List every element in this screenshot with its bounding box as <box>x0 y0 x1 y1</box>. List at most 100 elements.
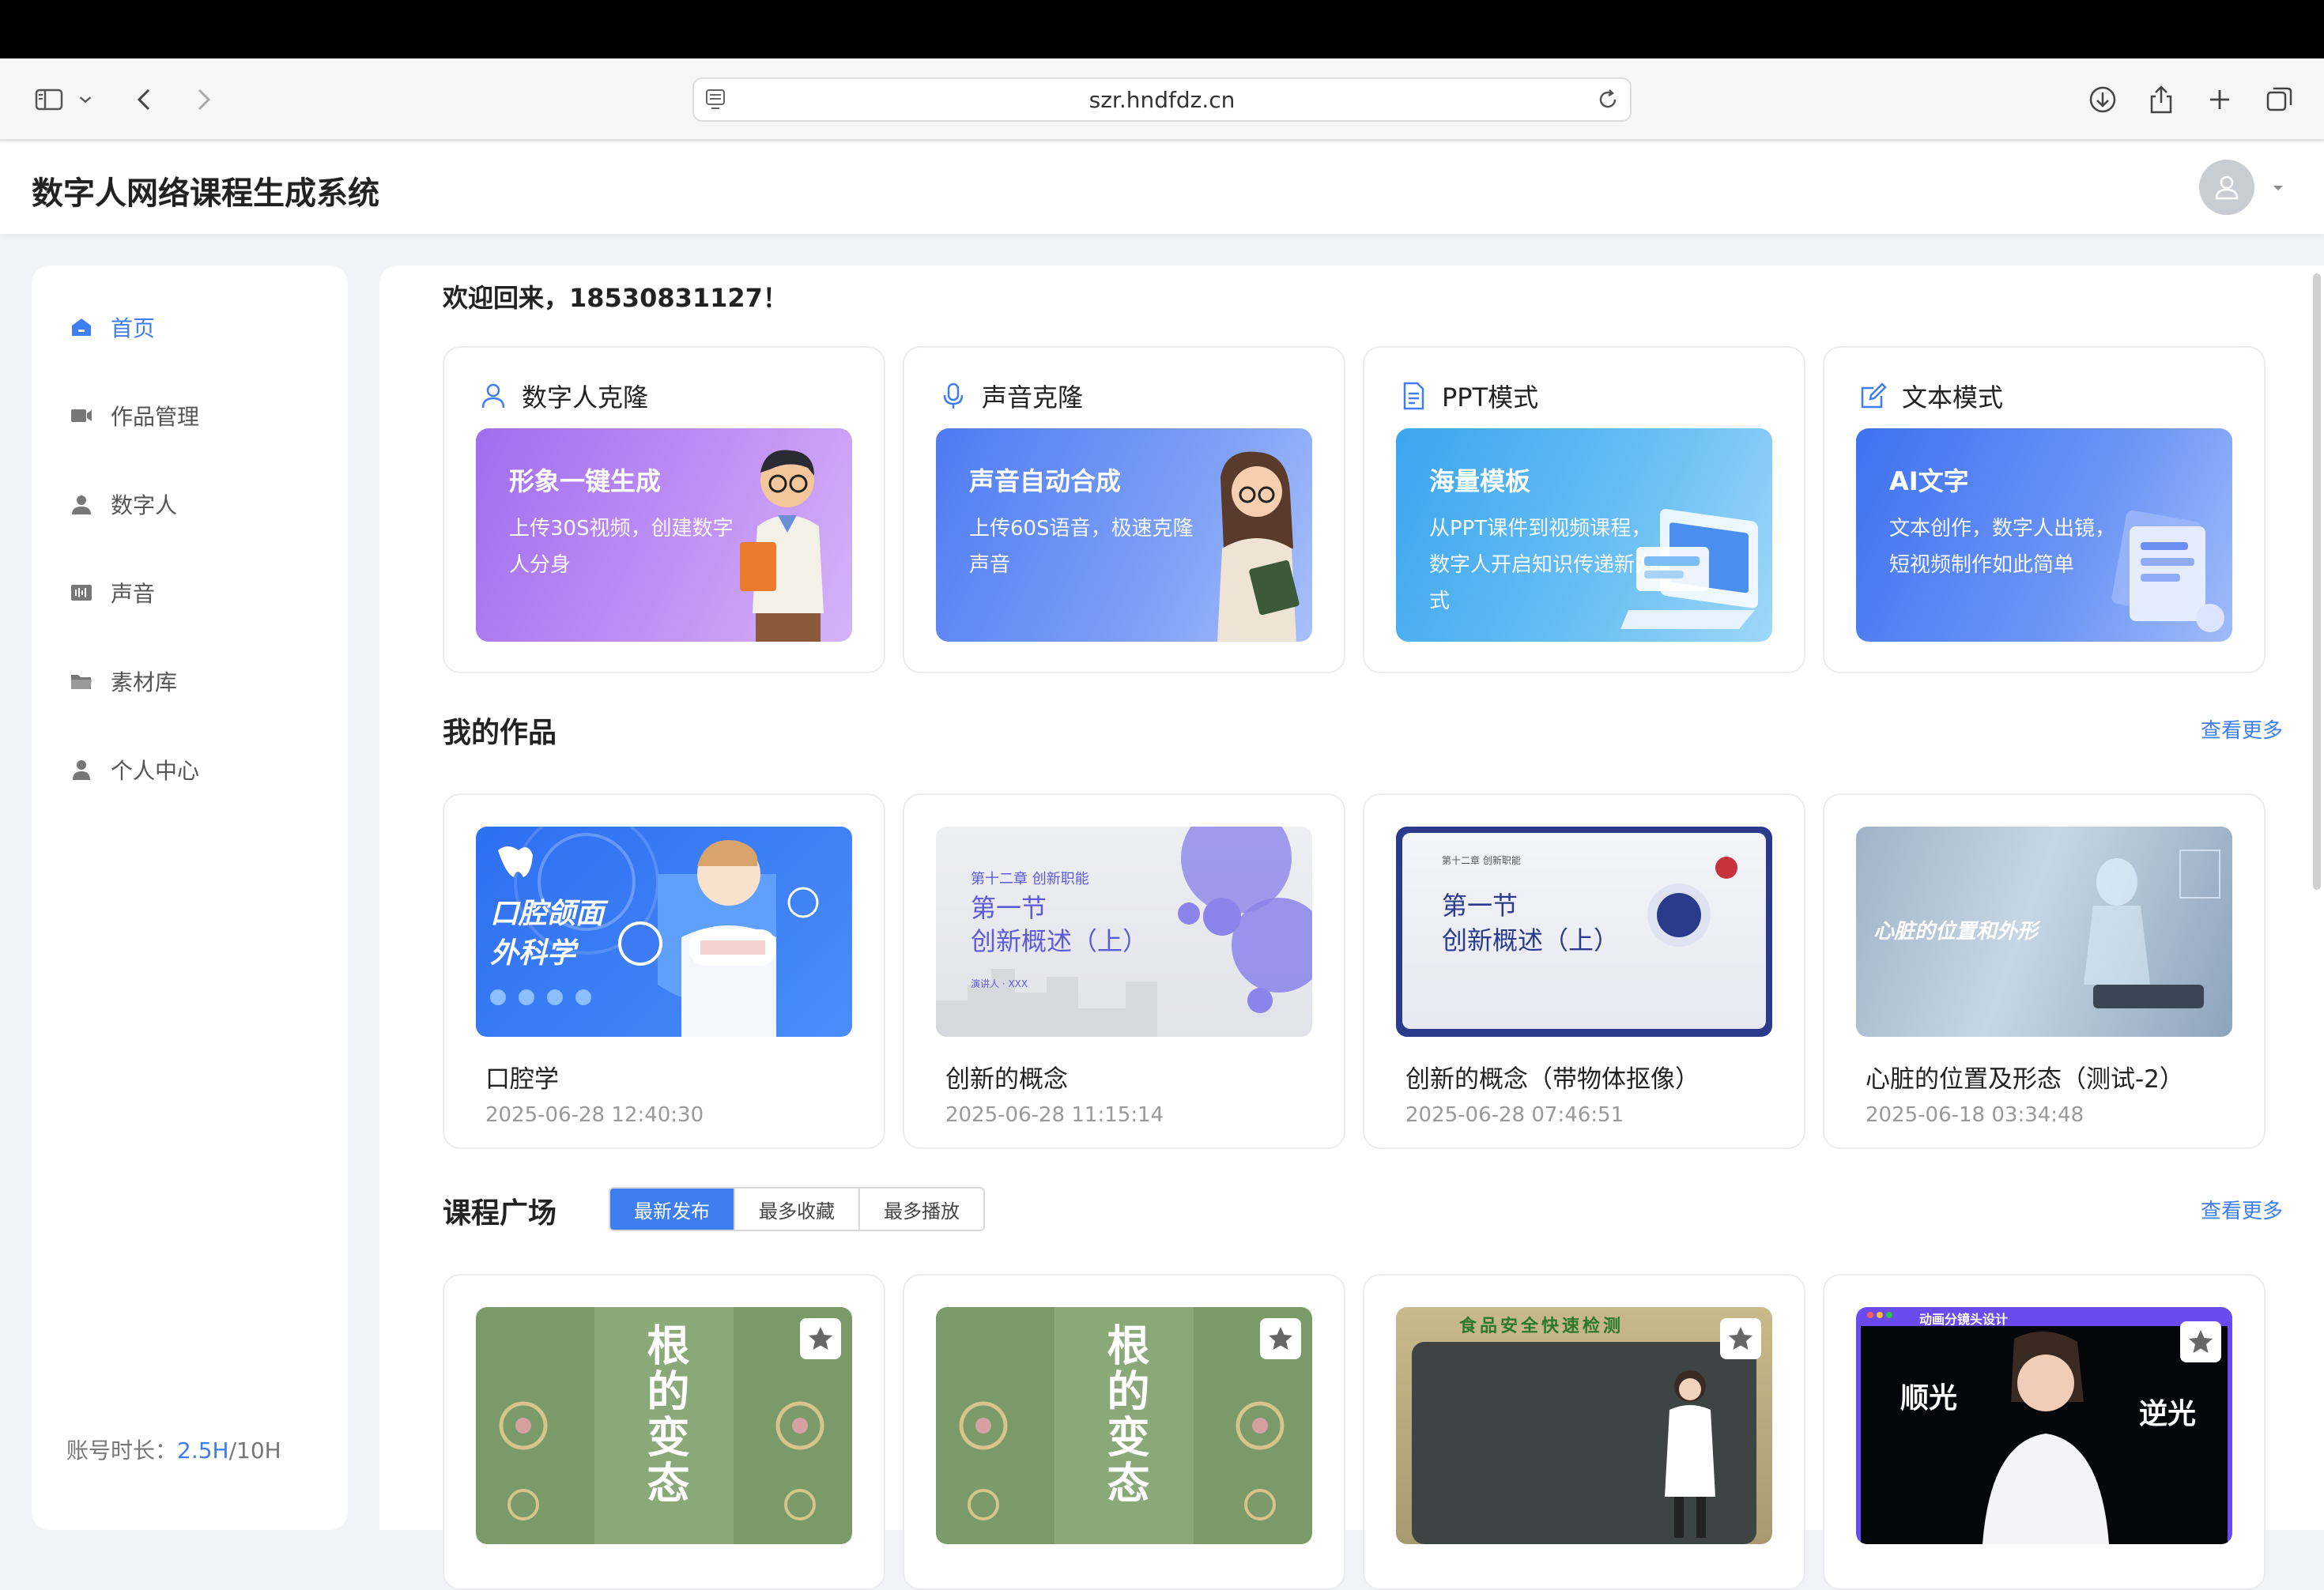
works-more-link[interactable]: 查看更多 <box>2201 714 2283 744</box>
person-icon <box>70 492 93 516</box>
feature-card-title: 数字人克隆 <box>522 382 649 413</box>
work-date: 2025-06-28 07:46:51 <box>1405 1103 1624 1127</box>
feature-card-header: 声音克隆 <box>938 378 1083 414</box>
work-card[interactable]: 第十二章 创新职能 第一节 创新概述（上） 创新的概念（带物体抠像） 2025-… <box>1363 793 1805 1149</box>
sidebar-item-label: 个人中心 <box>111 758 200 784</box>
feature-card-voice-clone[interactable]: 声音克隆 声音自动合成 上传60S语音，极速克隆声音 <box>903 346 1345 673</box>
tab-most-favorited[interactable]: 最多收藏 <box>735 1189 860 1230</box>
thumbnail-title: 第一节 创新概述（上） <box>971 891 1148 958</box>
sidebar-item-label: 作品管理 <box>111 404 200 430</box>
course-card[interactable]: 食品安全快速检测 <box>1363 1274 1805 1590</box>
scrollbar[interactable] <box>2313 273 2321 890</box>
feature-banner[interactable]: 声音自动合成 上传60S语音，极速克隆声音 <box>936 428 1312 642</box>
favorite-button[interactable] <box>1260 1318 1301 1359</box>
feature-card-title: PPT模式 <box>1442 382 1539 413</box>
thumbnail-title-line: 创新概述（上） <box>971 926 1149 956</box>
account-duration-label: 账号时长： <box>66 1437 178 1464</box>
feature-banner[interactable]: AI文字 文本创作，数字人出镜，短视频制作如此简单 <box>1856 428 2232 642</box>
caret-down-icon[interactable] <box>2270 180 2286 196</box>
thumbnail-title-line: 外科学 <box>490 937 576 970</box>
banner-title: 形象一键生成 <box>509 466 662 496</box>
sidebar-item-voice[interactable]: 声音 <box>70 571 155 615</box>
course-card[interactable]: 动画分镜头设计 顺光 逆光 <box>1823 1274 2266 1590</box>
edit-icon <box>1858 380 1889 412</box>
thumbnail-chapter: 第十二章 创新职能 <box>971 871 1089 887</box>
star-icon <box>1729 1327 1752 1350</box>
share-icon[interactable] <box>2144 82 2179 117</box>
account-duration: 账号时长：2.5H/10H <box>66 1434 281 1465</box>
tab-most-played[interactable]: 最多播放 <box>860 1189 983 1230</box>
laptop-slides-illustration <box>1620 509 1758 629</box>
course-thumbnail[interactable]: 根的变态 <box>476 1307 852 1544</box>
work-thumbnail[interactable]: 口腔颌面 外科学 <box>476 827 852 1037</box>
welcome-text: 欢迎回来，18530831127！ <box>443 283 788 313</box>
thumbnail-title: 心脏的位置和外形 <box>1873 920 2039 944</box>
sidebar-item-label: 数字人 <box>111 492 178 518</box>
course-thumbnail-header: 动画分镜头设计 <box>1919 1312 2009 1327</box>
work-thumbnail[interactable]: 心脏的位置和外形 <box>1856 827 2232 1037</box>
feature-card-header: 数字人克隆 <box>477 378 648 414</box>
banner-title: 声音自动合成 <box>969 466 1122 496</box>
sidebar-item-works[interactable]: 作品管理 <box>70 394 199 438</box>
star-icon <box>1269 1327 1292 1350</box>
chevron-down-icon[interactable] <box>76 82 95 117</box>
app-header: 数字人网络课程生成系统 <box>0 142 2324 234</box>
feature-card-title: 声音克隆 <box>982 382 1084 413</box>
reload-icon[interactable] <box>1594 85 1622 114</box>
plaza-more-link[interactable]: 查看更多 <box>2201 1195 2283 1224</box>
work-thumbnail[interactable]: 第十二章 创新职能 第一节 创新概述（上） <box>1396 827 1772 1037</box>
course-thumbnail-title: 根的变态 <box>1100 1323 1150 1506</box>
banner-title: 海量模板 <box>1429 466 1531 496</box>
course-thumbnail[interactable]: 动画分镜头设计 顺光 逆光 <box>1856 1307 2232 1544</box>
plaza-tabs: 最新发布 最多收藏 最多播放 <box>609 1187 985 1231</box>
course-card[interactable]: 根的变态 <box>443 1274 885 1590</box>
feature-card-ppt-mode[interactable]: PPT模式 海量模板 从PPT课件到视频课程，数字人开启知识传递新方式 <box>1363 346 1805 673</box>
back-icon[interactable] <box>128 82 163 117</box>
download-icon[interactable] <box>2085 82 2120 117</box>
thumbnail-chapter: 第十二章 创新职能 <box>1442 855 1521 866</box>
tab-overview-icon[interactable] <box>2262 82 2297 117</box>
work-card[interactable]: 口腔颌面 外科学 口腔学 2025-06-28 12:40:30 <box>443 793 885 1149</box>
banner-title: AI文字 <box>1889 466 1969 496</box>
avatar[interactable] <box>2199 160 2254 215</box>
work-name: 创新的概念（带物体抠像） <box>1405 1065 1700 1094</box>
page-info-icon[interactable] <box>702 85 730 114</box>
feature-banner[interactable]: 海量模板 从PPT课件到视频课程，数字人开启知识传递新方式 <box>1396 428 1772 642</box>
thumbnail-presenter: 演讲人 · XXX <box>971 978 1028 989</box>
address-bar[interactable]: szr.hndfdz.cn <box>692 77 1632 122</box>
course-card[interactable]: 根的变态 <box>903 1274 1345 1590</box>
favorite-button[interactable] <box>2180 1321 2221 1362</box>
thumbnail-title: 第一节 创新概述（上） <box>1442 888 1619 958</box>
sidebar-item-digital-human[interactable]: 数字人 <box>70 482 177 526</box>
course-thumbnail[interactable]: 根的变态 <box>936 1307 1312 1544</box>
work-card[interactable]: 第十二章 创新职能 第一节 创新概述（上） 演讲人 · XXX 创新的概念 20… <box>903 793 1345 1149</box>
banner-description: 上传60S语音，极速克隆声音 <box>969 517 1194 577</box>
tab-latest[interactable]: 最新发布 <box>610 1189 735 1230</box>
favorite-button[interactable] <box>1720 1318 1761 1359</box>
work-date: 2025-06-28 11:15:14 <box>945 1103 1164 1127</box>
feature-card-digital-human-clone[interactable]: 数字人克隆 形象一键生成 上传30S视频，创建数字人分身 <box>443 346 885 673</box>
work-card[interactable]: 心脏的位置和外形 心脏的位置及形态（测试-2） 2025-06-18 03:34… <box>1823 793 2266 1149</box>
work-date: 2025-06-18 03:34:48 <box>1866 1103 2084 1127</box>
star-icon <box>2189 1330 2213 1353</box>
work-date: 2025-06-28 12:40:30 <box>485 1103 704 1127</box>
favorite-button[interactable] <box>800 1318 841 1359</box>
sidebar-toggle-icon[interactable] <box>32 82 66 117</box>
thumbnail-title-line: 创新概述（上） <box>1442 925 1620 955</box>
feature-banner[interactable]: 形象一键生成 上传30S视频，创建数字人分身 <box>476 428 852 642</box>
work-thumbnail[interactable]: 第十二章 创新职能 第一节 创新概述（上） 演讲人 · XXX <box>936 827 1312 1037</box>
feature-card-header: 文本模式 <box>1858 378 2003 414</box>
user-icon <box>70 758 93 782</box>
forward-icon[interactable] <box>185 82 220 117</box>
new-tab-icon[interactable] <box>2202 82 2237 117</box>
course-thumbnail[interactable]: 食品安全快速检测 <box>1396 1307 1772 1544</box>
sidebar-item-home[interactable]: 首页 <box>70 305 155 349</box>
app-title: 数字人网络课程生成系统 <box>32 175 379 212</box>
sidebar-item-materials[interactable]: 素材库 <box>70 659 177 703</box>
cartoon-man-illustration <box>740 450 824 642</box>
feature-card-text-mode[interactable]: 文本模式 AI文字 文本创作，数字人出镜，短视频制作如此简单 <box>1823 346 2266 673</box>
sidebar-item-profile[interactable]: 个人中心 <box>70 748 199 792</box>
main-content: 欢迎回来，18530831127！ 数字人克隆 形象一键生成 上传30S视频，创… <box>379 266 2324 1590</box>
sidebar-item-label: 素材库 <box>111 669 178 695</box>
plaza-section-title: 课程广场 <box>443 1197 557 1230</box>
